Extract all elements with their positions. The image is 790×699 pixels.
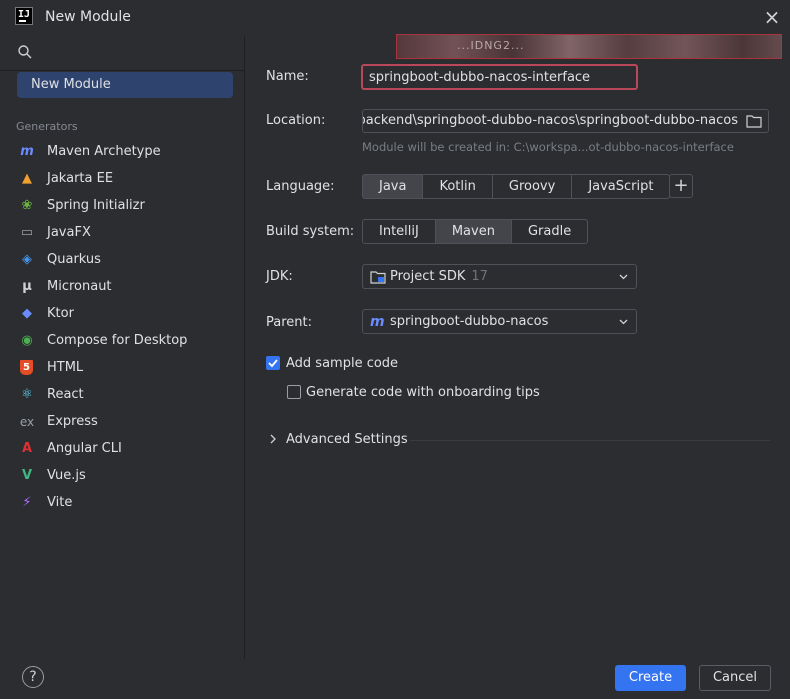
javafx-icon: ▭ — [20, 225, 34, 240]
sidebar-item-label: Micronaut — [47, 279, 112, 294]
build-option-maven[interactable]: Maven — [435, 220, 512, 243]
generators-group-label: Generators — [16, 120, 78, 133]
title-bar: IJ New Module × — [0, 0, 790, 36]
advanced-settings-toggle[interactable]: Advanced Settings — [286, 432, 408, 447]
express-icon: ex — [19, 414, 35, 429]
advanced-settings-divider — [410, 440, 770, 441]
language-label: Language: — [266, 179, 335, 194]
parent-value: springboot-dubbo-nacos — [390, 314, 549, 329]
chevron-right-icon[interactable] — [268, 434, 278, 444]
language-option-kotlin[interactable]: Kotlin — [423, 175, 493, 198]
sidebar-item-vite[interactable]: ⚡ Vite — [18, 489, 238, 516]
sidebar-item-label: Compose for Desktop — [47, 333, 188, 348]
sidebar-item-label: Angular CLI — [47, 441, 122, 456]
vue-icon: V — [21, 468, 33, 483]
build-system-label: Build system: — [266, 224, 355, 239]
parent-dropdown[interactable]: m springboot-dubbo-nacos — [362, 309, 637, 334]
ktor-icon: ◆ — [22, 306, 32, 321]
intellij-logo-icon: IJ — [15, 7, 33, 25]
checkmark-icon — [268, 359, 278, 368]
sidebar-item-ktor[interactable]: ◆ Ktor — [18, 300, 238, 327]
react-icon: ⚛ — [21, 387, 33, 402]
search-divider — [0, 70, 245, 71]
onboarding-tips-label: Generate code with onboarding tips — [306, 385, 540, 400]
compose-icon: ◉ — [21, 333, 33, 348]
help-button[interactable]: ? — [22, 666, 44, 688]
window-title: New Module — [45, 9, 131, 25]
build-option-gradle[interactable]: Gradle — [512, 220, 587, 243]
sdk-folder-icon — [370, 270, 386, 284]
sidebar-item-label: Maven Archetype — [47, 144, 161, 159]
add-language-button[interactable]: + — [669, 174, 693, 198]
add-sample-code-label: Add sample code — [286, 356, 399, 371]
language-option-groovy[interactable]: Groovy — [493, 175, 573, 198]
sidebar-item-vue[interactable]: V Vue.js — [18, 462, 238, 489]
search-icon — [18, 45, 32, 59]
chevron-down-icon — [619, 319, 628, 325]
sidebar-item-jakarta[interactable]: ▲ Jakarta EE — [18, 165, 238, 192]
sidebar-item-label: Vite — [47, 495, 73, 510]
sidebar-item-label: Vue.js — [47, 468, 86, 483]
generators-list: m Maven Archetype ▲ Jakarta EE ❀ Spring Initi… — [18, 138, 238, 516]
location-label: Location: — [266, 113, 326, 128]
sidebar-item-label: Quarkus — [47, 252, 101, 267]
folder-icon[interactable] — [746, 114, 762, 128]
html-icon: 5 — [20, 360, 33, 375]
jdk-dropdown[interactable]: Project SDK 17 — [362, 264, 637, 289]
maven-icon: m — [370, 313, 385, 330]
generators-sidebar: New Module Generators m Maven Archetype ▲ J… — [0, 36, 245, 659]
sidebar-item-compose[interactable]: ◉ Compose for Desktop — [18, 327, 238, 354]
jdk-value: Project SDK — [390, 269, 466, 284]
sidebar-item-spring[interactable]: ❀ Spring Initializr — [18, 192, 238, 219]
spring-icon: ❀ — [21, 198, 33, 213]
sidebar-item-quarkus[interactable]: ◈ Quarkus — [18, 246, 238, 273]
onboarding-tips-checkbox[interactable] — [287, 385, 301, 399]
name-label: Name: — [266, 69, 309, 84]
sidebar-item-javafx[interactable]: ▭ JavaFX — [18, 219, 238, 246]
name-field[interactable] — [361, 64, 638, 90]
sidebar-item-new-module[interactable]: New Module — [17, 72, 233, 98]
sidebar-item-micronaut[interactable]: μ Micronaut — [18, 273, 238, 300]
maven-icon: m — [20, 144, 34, 159]
quarkus-icon: ◈ — [22, 252, 32, 267]
micronaut-icon: μ — [22, 279, 32, 294]
jdk-label: JDK: — [266, 269, 293, 284]
location-hint: Module will be created in: C:\workspa...… — [362, 140, 734, 154]
add-sample-code-checkbox[interactable] — [266, 356, 280, 370]
sidebar-item-angular[interactable]: A Angular CLI — [18, 435, 238, 462]
sidebar-item-label: HTML — [47, 360, 84, 375]
sidebar-item-label: Jakarta EE — [47, 171, 114, 186]
language-option-java[interactable]: Java — [363, 175, 424, 198]
sidebar-item-label: JavaFX — [47, 225, 91, 240]
sidebar-item-label: Ktor — [47, 306, 74, 321]
location-value: backend\springboot-dubbo-nacos\springboo… — [362, 113, 738, 128]
sidebar-item-html[interactable]: 5 HTML — [18, 354, 238, 381]
parent-label: Parent: — [266, 315, 312, 330]
sidebar-item-express[interactable]: ex Express — [18, 408, 238, 435]
cancel-button[interactable]: Cancel — [699, 665, 771, 691]
jdk-version: 17 — [471, 269, 488, 284]
build-option-intellij[interactable]: IntelliJ — [363, 220, 436, 243]
language-selector: Java Kotlin Groovy JavaScript — [362, 174, 671, 199]
sidebar-item-maven[interactable]: m Maven Archetype — [18, 138, 238, 165]
language-option-javascript[interactable]: JavaScript — [572, 175, 669, 198]
jakarta-icon: ▲ — [22, 171, 32, 186]
sidebar-item-react[interactable]: ⚛ React — [18, 381, 238, 408]
search-input[interactable] — [40, 40, 235, 64]
sidebar-item-label: Express — [47, 414, 98, 429]
sidebar-item-label: Spring Initializr — [47, 198, 145, 213]
sidebar-item-label: React — [47, 387, 84, 402]
redacted-banner: ...IDNG2... — [396, 34, 782, 59]
build-system-selector: IntelliJ Maven Gradle — [362, 219, 589, 244]
close-icon[interactable]: × — [762, 7, 782, 28]
create-button[interactable]: Create — [615, 665, 686, 691]
chevron-down-icon — [619, 274, 628, 280]
angular-icon: A — [21, 441, 33, 456]
location-field[interactable]: backend\springboot-dubbo-nacos\springboo… — [362, 109, 769, 133]
vite-icon: ⚡ — [22, 495, 32, 510]
